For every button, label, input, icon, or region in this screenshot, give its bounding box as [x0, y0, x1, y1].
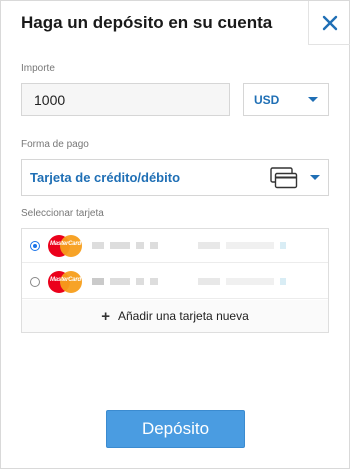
select-card-label: Seleccionar tarjeta: [21, 208, 104, 219]
chevron-down-icon: [310, 175, 320, 180]
currency-value: USD: [254, 92, 280, 107]
masked-card-number: [136, 278, 144, 285]
mastercard-icon: MasterCard: [48, 234, 82, 257]
masked-card-number: [110, 242, 130, 249]
masked-card-number: [136, 242, 144, 249]
masked-card-expiry: [226, 242, 274, 249]
deposit-dialog: Haga un depósito en su cuenta Importe US…: [0, 0, 350, 469]
card-row-1[interactable]: MasterCard: [22, 229, 328, 263]
add-card-button[interactable]: + Añadir una tarjeta nueva: [22, 300, 328, 332]
masked-card-number: [92, 242, 104, 249]
masked-card-number: [150, 278, 158, 285]
card-brand-2: MasterCard: [50, 276, 82, 283]
masked-card-number: [110, 278, 130, 285]
dialog-title: Haga un depósito en su cuenta: [21, 13, 273, 32]
close-icon: [322, 15, 337, 30]
dialog-header: Haga un depósito en su cuenta: [1, 1, 350, 45]
masked-card-extra: [280, 278, 286, 285]
masked-card-number: [92, 278, 104, 285]
payment-method-select[interactable]: Tarjeta de crédito/débito: [21, 159, 329, 196]
card-row-2[interactable]: MasterCard: [22, 265, 328, 299]
add-card-label: Añadir una tarjeta nueva: [118, 309, 249, 323]
masked-card-expiry: [198, 278, 220, 285]
masked-card-expiry: [198, 242, 220, 249]
card-radio-2[interactable]: [30, 276, 40, 287]
payment-method-value: Tarjeta de crédito/débito: [30, 170, 181, 185]
plus-icon: +: [101, 307, 110, 325]
payment-method-label: Forma de pago: [21, 139, 89, 150]
deposit-button[interactable]: Depósito: [106, 410, 245, 448]
currency-select[interactable]: USD: [243, 83, 329, 116]
card-radio-1[interactable]: [30, 240, 40, 251]
card-list: MasterCard MasterCard + Añadir una tarje…: [21, 228, 329, 333]
masked-card-extra: [280, 242, 286, 249]
chevron-down-icon: [308, 97, 318, 102]
amount-label: Importe: [21, 63, 55, 74]
masked-card-expiry: [226, 278, 274, 285]
credit-card-icon: [270, 166, 298, 189]
mastercard-icon: MasterCard: [48, 270, 82, 293]
close-button[interactable]: [308, 1, 350, 45]
amount-input[interactable]: [21, 83, 230, 116]
card-brand-1: MasterCard: [50, 240, 82, 247]
masked-card-number: [150, 242, 158, 249]
